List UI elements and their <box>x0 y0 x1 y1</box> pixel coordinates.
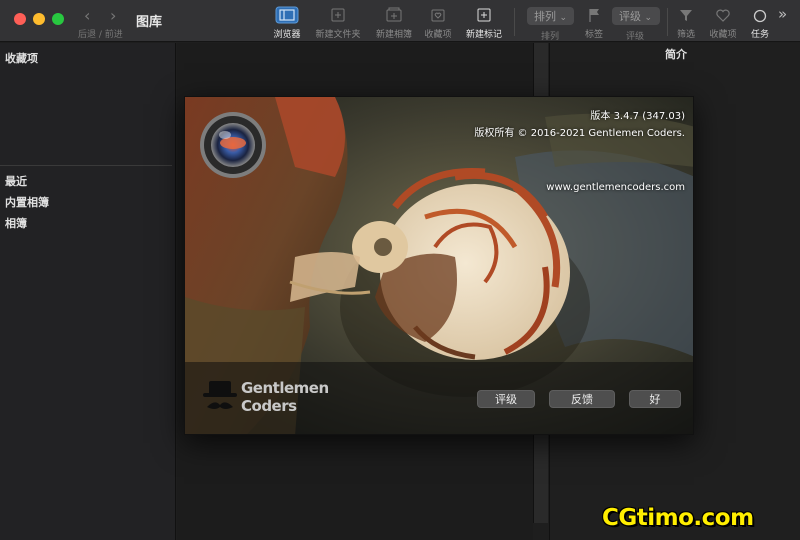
zoom-window-button[interactable] <box>52 13 64 25</box>
chevron-left-icon[interactable]: ‹ <box>84 6 90 25</box>
favorite-label: 收藏项 <box>709 30 737 40</box>
tags-label: 标签 <box>584 30 603 40</box>
tasks-button[interactable]: 任务 <box>748 5 772 41</box>
website-link[interactable]: www.gentlemencoders.com <box>546 182 685 193</box>
toolbar-overflow-icon[interactable]: » <box>778 5 787 23</box>
watermark-text: CGtimo.com <box>602 505 754 531</box>
info-panel-title: 简介 <box>665 48 687 61</box>
copyright-text: 版权所有 © 2016-2021 Gentlemen Coders. <box>474 128 685 139</box>
tasks-label: 任务 <box>750 30 769 40</box>
new-folder-label: 新建文件夹 <box>315 30 361 40</box>
browser-icon <box>275 6 299 24</box>
back-forward-control[interactable]: ‹ › <box>80 6 132 26</box>
new-folder-button[interactable]: 新建文件夹 <box>312 5 364 41</box>
chevron-right-icon[interactable]: › <box>110 6 116 25</box>
tags-button[interactable]: 标签 <box>582 5 606 41</box>
favorites-album-icon <box>431 9 445 22</box>
filter-funnel-icon <box>680 10 692 21</box>
filter-button[interactable]: 筛选 <box>674 5 698 41</box>
logo-text-gentlemen: Gentlemen <box>241 379 329 397</box>
sidebar: 收藏项 最近 内置相簿 相簿 <box>0 43 176 540</box>
rating-dropdown[interactable]: 评级 ⌄ <box>612 7 660 25</box>
toolbar-separator <box>514 8 515 36</box>
favorites-label: 收藏项 <box>424 30 452 40</box>
flag-icon <box>589 9 599 22</box>
favorites-button[interactable]: 收藏项 <box>422 5 454 41</box>
sidebar-item-recent[interactable]: 最近 <box>5 173 27 189</box>
favorite-button[interactable]: 收藏项 <box>706 5 740 41</box>
sidebar-divider <box>0 165 172 166</box>
new-tag-label: 新建标记 <box>465 30 502 40</box>
new-album-icon <box>386 7 402 22</box>
sort-dropdown[interactable]: 排列 ⌄ <box>527 7 574 25</box>
app-logo-icon <box>200 112 266 178</box>
chevron-down-icon: ⌄ <box>644 13 653 23</box>
sidebar-item-albums[interactable]: 相簿 <box>5 215 27 231</box>
circle-progress-icon <box>753 9 767 23</box>
rating-value: 评级 <box>619 10 641 23</box>
back-forward-label: 后退 / 前进 <box>78 30 123 40</box>
version-text: 版本 3.4.7 (347.03) <box>590 111 685 122</box>
new-tag-icon <box>477 8 491 22</box>
window-toolbar: ‹ › 后退 / 前进 图库 浏览器 新建文件夹 新建相簿 收藏项 新建标记 排… <box>0 0 800 42</box>
browser-label: 浏览器 <box>273 30 301 40</box>
sidebar-section-favorites[interactable]: 收藏项 <box>5 50 38 66</box>
feedback-button[interactable]: 反馈 <box>549 390 615 408</box>
browser-button[interactable]: 浏览器 <box>268 5 306 41</box>
sort-value: 排列 <box>534 10 556 23</box>
heart-icon <box>716 9 730 22</box>
rate-button[interactable]: 评级 <box>477 390 535 408</box>
new-folder-icon <box>331 8 345 22</box>
about-dialog: 版本 3.4.7 (347.03) 版权所有 © 2016-2021 Gentl… <box>184 96 694 435</box>
rating-label: 评级 <box>626 32 645 42</box>
new-tag-button[interactable]: 新建标记 <box>462 5 506 41</box>
filter-label: 筛选 <box>676 30 695 40</box>
toolbar-separator <box>667 8 668 36</box>
ok-button[interactable]: 好 <box>629 390 681 408</box>
sidebar-item-builtin-albums[interactable]: 内置相簿 <box>5 194 49 210</box>
window-title: 图库 <box>136 15 163 30</box>
logo-text-coders: Coders <box>241 397 297 415</box>
new-album-button[interactable]: 新建相簿 <box>372 5 416 41</box>
chevron-down-icon: ⌄ <box>559 13 568 23</box>
new-album-label: 新建相簿 <box>375 30 412 40</box>
close-window-button[interactable] <box>14 13 26 25</box>
sort-label: 排列 <box>541 32 560 42</box>
minimize-window-button[interactable] <box>33 13 45 25</box>
